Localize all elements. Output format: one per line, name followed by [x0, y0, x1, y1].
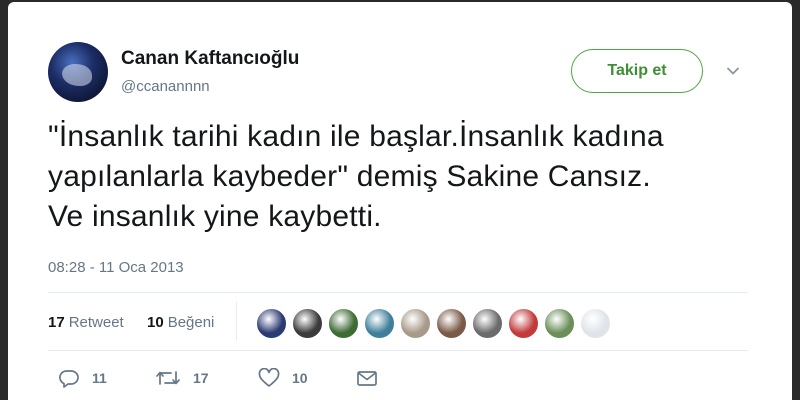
- like-stat[interactable]: 10 Beğeni: [147, 314, 214, 331]
- tweet-text: "İnsanlık tarihi kadın ile başlar.İnsanl…: [48, 117, 768, 237]
- tweet-line: Ve insanlık yine kaybetti.: [48, 200, 382, 233]
- liker-avatar[interactable]: [292, 308, 323, 339]
- retweet-icon: [156, 371, 180, 385]
- retweet-button[interactable]: 17: [155, 368, 209, 388]
- liker-avatar[interactable]: [472, 308, 503, 339]
- author-handle[interactable]: @ccanannnn: [121, 78, 210, 95]
- tweet-line: "İnsanlık tarihi kadın ile başlar.İnsanl…: [48, 120, 664, 153]
- liker-avatar[interactable]: [508, 308, 539, 339]
- like-stat-label: Beğeni: [167, 314, 215, 331]
- like-action-count: 10: [292, 370, 308, 386]
- avatar[interactable]: [48, 42, 108, 102]
- liker-avatar[interactable]: [436, 308, 467, 339]
- reply-count: 11: [92, 370, 107, 386]
- tweet-line: yapılanlarla kaybeder" demiş Sakine Cans…: [48, 160, 651, 193]
- stat-divider: [236, 302, 237, 340]
- like-button[interactable]: 10: [258, 368, 308, 388]
- retweet-action-count: 17: [193, 370, 209, 386]
- divider: [48, 292, 748, 293]
- liker-avatar[interactable]: [580, 308, 611, 339]
- reply-button[interactable]: 11: [58, 368, 107, 388]
- divider: [48, 350, 748, 351]
- heart-icon: [258, 368, 280, 387]
- like-stat-count: 10: [147, 314, 164, 331]
- retweet-stat-count: 17: [48, 314, 65, 331]
- liker-avatar[interactable]: [328, 308, 359, 339]
- liker-avatars: [256, 308, 611, 339]
- liker-avatar[interactable]: [256, 308, 287, 339]
- tweet-timestamp[interactable]: 08:28 - 11 Oca 2013: [48, 259, 184, 276]
- direct-message-button[interactable]: [356, 368, 378, 388]
- follow-button[interactable]: Takip et: [571, 49, 703, 93]
- liker-avatar[interactable]: [400, 308, 431, 339]
- reply-icon: [59, 370, 79, 388]
- retweet-stat-label: Retweet: [68, 314, 124, 331]
- liker-avatar[interactable]: [544, 308, 575, 339]
- envelope-icon: [357, 371, 377, 386]
- chevron-down-icon[interactable]: [724, 62, 742, 80]
- retweet-stat[interactable]: 17 Retweet: [48, 314, 124, 331]
- author-name[interactable]: Canan Kaftancıoğlu: [121, 48, 299, 70]
- tweet-card: Canan Kaftancıoğlu @ccanannnn Takip et "…: [8, 2, 792, 400]
- liker-avatar[interactable]: [364, 308, 395, 339]
